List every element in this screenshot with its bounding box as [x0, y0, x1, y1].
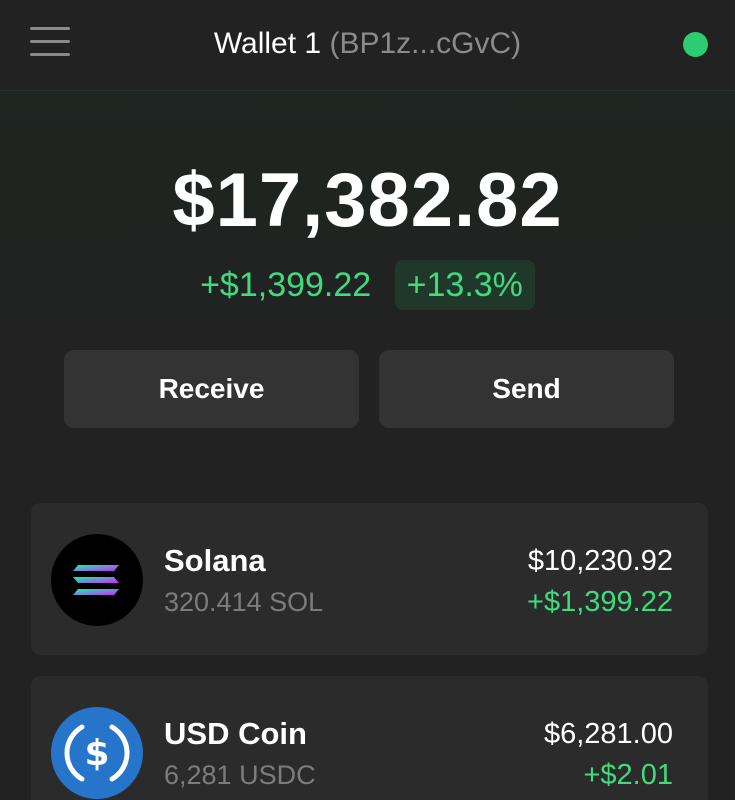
total-balance: $17,382.82 [172, 158, 563, 243]
svg-text:$: $ [84, 733, 109, 774]
token-quantity: 6,281 USDC [164, 760, 316, 790]
token-name: Solana [164, 543, 266, 578]
header-bar: Wallet 1 (BP1z...cGvC) [0, 0, 735, 91]
wallet-address: (BP1z...cGvC) [329, 27, 522, 60]
balance-change-percent-badge: +13.3% [394, 260, 535, 311]
connection-status-indicator [683, 32, 708, 57]
token-value: $6,281.00 [543, 718, 673, 750]
solana-logo-icon [51, 534, 143, 626]
receive-button[interactable]: Receive [64, 350, 359, 428]
token-change: +$1,399.22 [527, 586, 673, 618]
token-row-usd-coin[interactable]: $ USD Coin 6,281 USDC $6,281.00 +$2.01 [31, 676, 708, 800]
wallet-title[interactable]: Wallet 1 (BP1z...cGvC) [0, 24, 735, 64]
balance-change-amount: +$1,399.22 [200, 266, 372, 305]
token-name: USD Coin [164, 716, 307, 751]
token-change: +$2.01 [583, 759, 673, 791]
balance-change-row: +$1,399.22 +13.3% [0, 258, 735, 311]
token-value: $10,230.92 [527, 545, 673, 577]
token-quantity: 320.414 SOL [164, 587, 324, 617]
send-button[interactable]: Send [379, 350, 674, 428]
wallet-name: Wallet 1 [213, 27, 322, 60]
usdc-logo-icon: $ [51, 707, 143, 799]
token-row-solana[interactable]: Solana 320.414 SOL $10,230.92 +$1,399.22 [31, 503, 708, 655]
wallet-app: Wallet 1 (BP1z...cGvC) $17,382.82 +$1,39… [0, 0, 735, 800]
